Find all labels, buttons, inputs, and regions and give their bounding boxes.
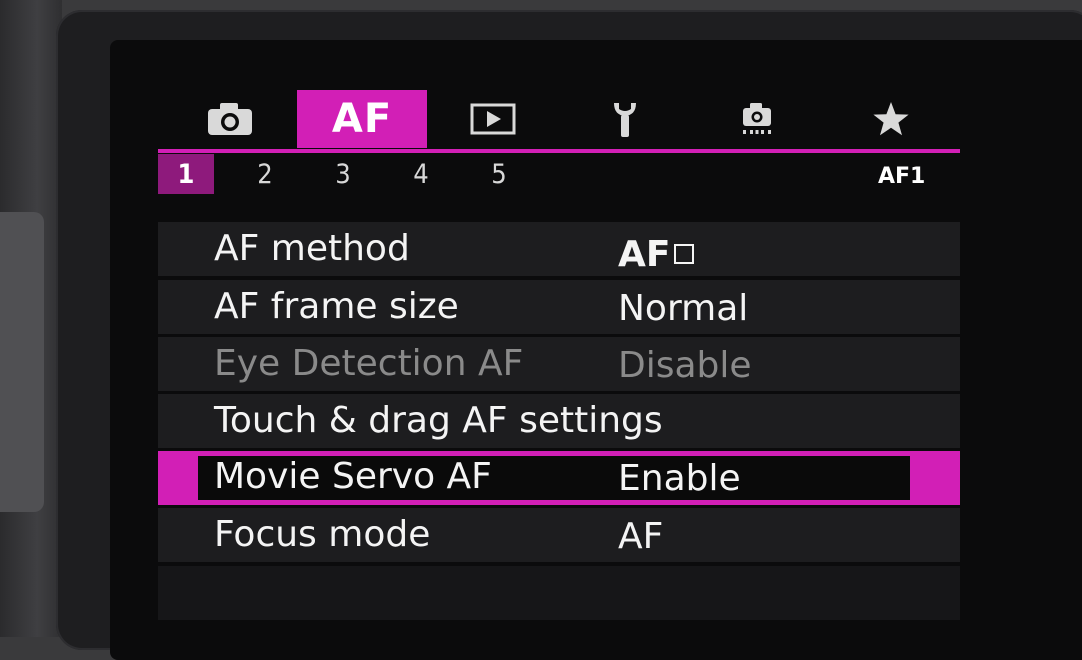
tab-custom-functions[interactable]: [732, 90, 782, 148]
custom-functions-icon: [737, 99, 777, 139]
camera-body-left: [0, 0, 62, 637]
subtab-3[interactable]: 3: [321, 154, 365, 194]
menu-item-label: AF method: [214, 228, 410, 269]
tab-shooting[interactable]: [200, 90, 260, 148]
subtab-1-label: 1: [177, 158, 195, 190]
menu-item-eye-detection-af[interactable]: Eye Detection AF Disable: [158, 337, 960, 391]
menu-item-label: Movie Servo AF: [214, 456, 492, 497]
subtab-4[interactable]: 4: [399, 154, 443, 194]
tab-af-label: AF: [331, 96, 393, 142]
camera-icon: [206, 101, 254, 137]
af-frame-icon: [674, 244, 695, 264]
menu-item-label: AF frame size: [214, 286, 459, 327]
menu-item-value: AF: [618, 234, 695, 275]
menu-item-value: Disable: [618, 345, 752, 386]
subtab-2-label: 2: [257, 158, 273, 190]
page-code: AF1: [878, 164, 926, 189]
menu-item-label: Focus mode: [214, 514, 431, 555]
tab-af[interactable]: AF: [297, 90, 427, 148]
menu-item-label: Eye Detection AF: [214, 343, 524, 384]
subtab-5-label: 5: [491, 158, 507, 190]
tab-my-menu[interactable]: [868, 90, 914, 148]
tab-setup[interactable]: [600, 90, 650, 148]
menu-item-value: Normal: [618, 288, 749, 329]
tab-underline: [158, 149, 960, 153]
subtab-1[interactable]: 1: [158, 154, 214, 194]
menu-item-movie-servo-af[interactable]: Movie Servo AF Enable: [158, 451, 960, 505]
lcd-screen: AF 1 2 3 4 5 AF1 AF method AF AF frame s…: [110, 40, 1082, 660]
star-icon: [872, 101, 910, 137]
menu-item-af-frame-size[interactable]: AF frame size Normal: [158, 280, 960, 334]
wrench-icon: [610, 99, 640, 139]
menu-item-label: Touch & drag AF settings: [214, 400, 663, 441]
subtab-3-label: 3: [335, 158, 351, 190]
af-method-value: AF: [618, 234, 671, 275]
menu-item-value: Enable: [618, 458, 741, 499]
menu-item-touch-drag-af[interactable]: Touch & drag AF settings: [158, 394, 960, 448]
tab-playback[interactable]: [465, 90, 521, 148]
menu-item-focus-mode[interactable]: Focus mode AF: [158, 508, 960, 562]
subtab-4-label: 4: [413, 158, 429, 190]
subtab-2[interactable]: 2: [243, 154, 287, 194]
subtab-5[interactable]: 5: [477, 154, 521, 194]
menu-item-empty: [158, 566, 960, 620]
play-icon: [470, 103, 516, 135]
menu-item-af-method[interactable]: AF method AF: [158, 222, 960, 276]
menu-item-value: AF: [618, 516, 664, 557]
camera-grip-notch: [0, 212, 44, 512]
